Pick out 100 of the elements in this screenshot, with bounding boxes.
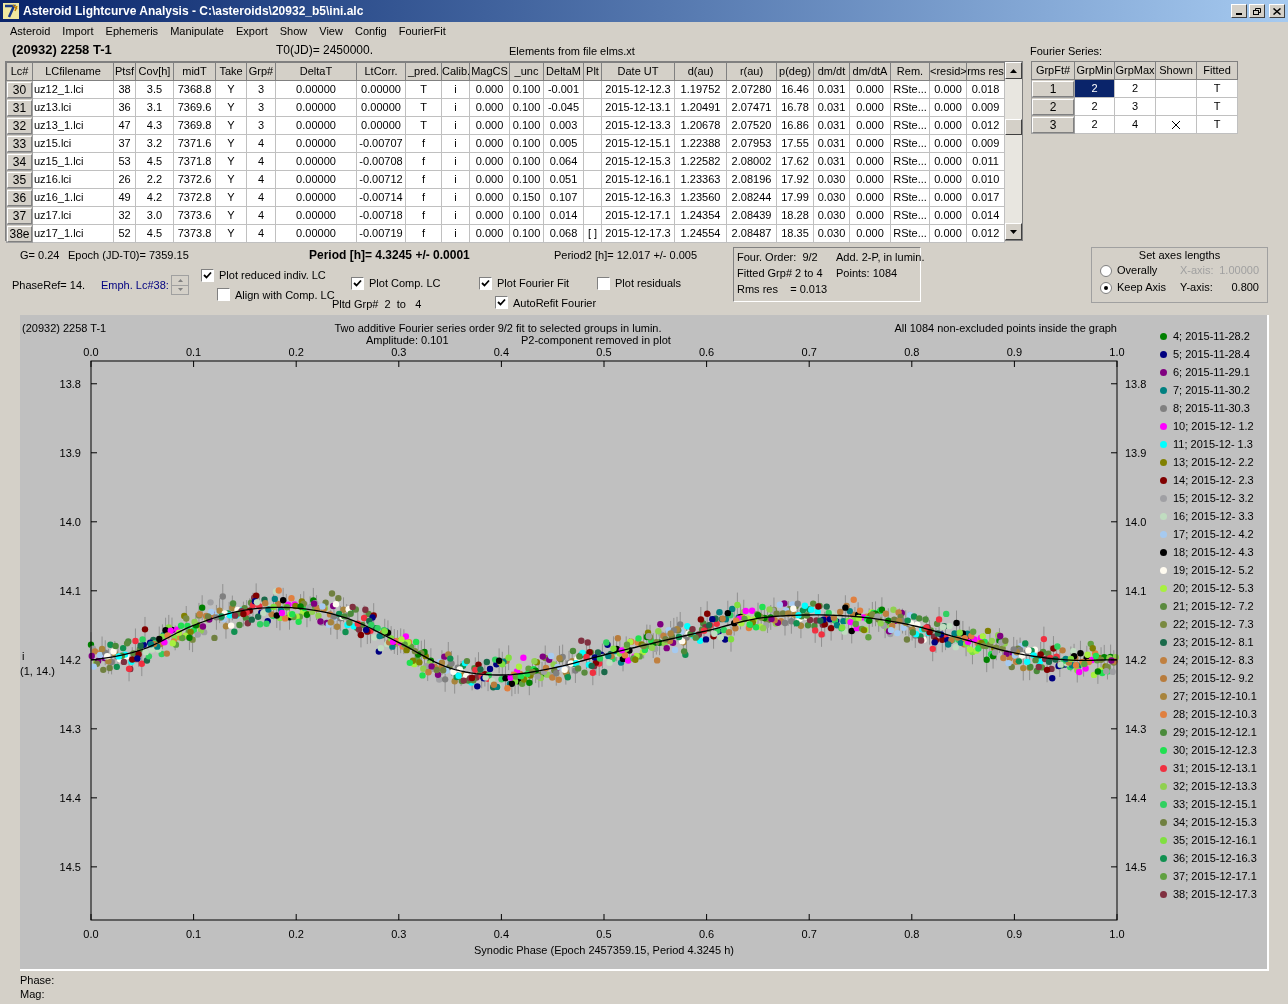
table-cell: 7373.8 [173, 224, 216, 243]
row-header[interactable]: 35 [7, 171, 32, 188]
row-header[interactable]: 37 [7, 207, 32, 224]
column-header[interactable]: Ptsf [113, 62, 136, 81]
menu-item[interactable]: Asteroid [4, 23, 57, 40]
column-header[interactable]: Date UT [601, 62, 675, 81]
table-cell: 52 [113, 224, 136, 243]
column-header[interactable]: dm/dt [813, 62, 850, 81]
table-cell: T [1196, 79, 1238, 98]
column-header[interactable]: r(au) [726, 62, 777, 81]
table-cell: f [405, 224, 442, 243]
table-cell: 0.000 [929, 152, 967, 171]
radio-button[interactable] [1100, 281, 1112, 294]
scrollbar[interactable] [1005, 62, 1022, 240]
checkbox[interactable] [201, 268, 214, 282]
row-header[interactable]: 36 [7, 189, 32, 206]
tick-label: 14.5 [1125, 860, 1147, 873]
restore-button[interactable] [1249, 4, 1265, 18]
column-header[interactable]: Rem. [890, 62, 930, 81]
column-header[interactable]: GrpFt# [1031, 61, 1075, 80]
scroll-thumb[interactable] [1005, 119, 1022, 135]
table-cell: 0.000 [929, 98, 967, 117]
column-header[interactable]: Shown [1155, 61, 1197, 80]
table-cell: uz12_1.lci [32, 80, 114, 99]
column-header[interactable]: Take [215, 62, 247, 81]
checkbox[interactable] [479, 276, 492, 290]
emph-link[interactable]: Emph. Lc#38: [101, 276, 171, 294]
menu-item[interactable]: Config [348, 23, 393, 40]
column-header[interactable]: dm/dtA [849, 62, 891, 81]
radio-button[interactable] [1100, 264, 1112, 277]
checkbox[interactable] [217, 288, 230, 302]
table-cell[interactable] [1155, 115, 1197, 134]
column-header[interactable]: DeltaM [543, 62, 584, 81]
menu-item[interactable]: FourierFit [392, 23, 452, 40]
axis-length-value: 0.800 [1230, 280, 1259, 296]
row-header[interactable]: 30 [7, 81, 32, 98]
column-header[interactable]: LtCorr. [356, 62, 406, 81]
column-header[interactable]: DeltaT [275, 62, 357, 81]
column-header[interactable]: rms res [966, 62, 1005, 81]
column-header[interactable]: <resid> [929, 62, 967, 81]
scroll-down-button[interactable] [1005, 223, 1022, 240]
tick-label: 0.9 [1006, 928, 1023, 940]
menu-item[interactable]: Show [273, 23, 314, 40]
menu-item[interactable]: View [313, 23, 349, 40]
checkbox[interactable] [495, 296, 508, 310]
column-header[interactable]: p(deg) [776, 62, 814, 81]
row-header[interactable]: 2 [1032, 98, 1074, 115]
table-cell: -0.00719 [356, 224, 406, 243]
plot-object-label: (20932) 2258 T-1 [22, 322, 107, 334]
table-cell: 0.030 [813, 188, 850, 207]
menu-item[interactable]: Ephemeris [99, 23, 165, 40]
column-header[interactable]: d(au) [674, 62, 727, 81]
menu-item[interactable]: Export [229, 23, 274, 40]
table-cell[interactable]: 2 [1074, 115, 1115, 134]
table-cell: 0.00000 [275, 152, 357, 171]
column-header[interactable]: Grp# [246, 62, 276, 81]
minimize-button[interactable] [1231, 4, 1247, 18]
checkbox-label: Plot reduced indiv. LC [219, 268, 326, 283]
table-cell: 4.5 [135, 152, 174, 171]
column-header[interactable]: Fitted [1196, 61, 1238, 80]
column-header[interactable]: MagCS [469, 62, 510, 81]
tick-label: 1.0 [1109, 346, 1125, 358]
legend-label: 33; 2015-12-15.1 [1173, 796, 1257, 812]
down-arrow-icon [177, 288, 183, 292]
column-header[interactable]: Lc# [6, 62, 33, 81]
column-header[interactable]: _unc [509, 62, 544, 81]
legend-label: 21; 2015-12- 7.2 [1173, 598, 1254, 614]
column-header[interactable]: Calib. [441, 62, 470, 81]
row-header[interactable]: 3 [1032, 116, 1074, 133]
column-header[interactable]: GrpMax [1114, 61, 1156, 80]
close-button[interactable] [1269, 4, 1285, 18]
row-header[interactable]: 32 [7, 117, 32, 134]
tick-label: 14.3 [1125, 722, 1147, 735]
column-header[interactable]: _pred. [405, 62, 442, 81]
checkbox[interactable] [351, 276, 364, 290]
table-cell[interactable] [1155, 79, 1197, 98]
legend-label: 10; 2015-12- 1.2 [1173, 418, 1254, 434]
row-header[interactable]: 31 [7, 99, 32, 116]
table-cell[interactable] [1155, 97, 1197, 116]
row-header[interactable]: 33 [7, 135, 32, 152]
scroll-up-button[interactable] [1005, 62, 1022, 79]
column-header[interactable]: midT [173, 62, 216, 81]
legend-label: 6; 2015-11-29.1 [1173, 364, 1250, 380]
checkbox[interactable] [597, 276, 610, 290]
tick-label: 0.3 [391, 346, 407, 358]
table-cell: 4 [246, 224, 276, 243]
row-header[interactable]: 38e [7, 225, 32, 242]
table-cell: 0.000 [469, 152, 510, 171]
row-header[interactable]: 1 [1032, 80, 1074, 97]
column-header[interactable]: Cov[h] [135, 62, 174, 81]
fit-info-text: Rms res = 0.013 [737, 282, 829, 297]
menu-item[interactable]: Import [56, 23, 100, 40]
table-cell: 0.009 [966, 134, 1005, 153]
table-cell: 0.00000 [275, 98, 357, 117]
menu-item[interactable]: Manipulate [164, 23, 230, 40]
row-header[interactable]: 34 [7, 153, 32, 170]
column-header[interactable]: GrpMin [1074, 61, 1115, 80]
column-header[interactable]: LCfilename [32, 62, 114, 81]
table-cell[interactable]: 2 [1074, 97, 1115, 116]
table-cell: uz15.lci [32, 134, 114, 153]
